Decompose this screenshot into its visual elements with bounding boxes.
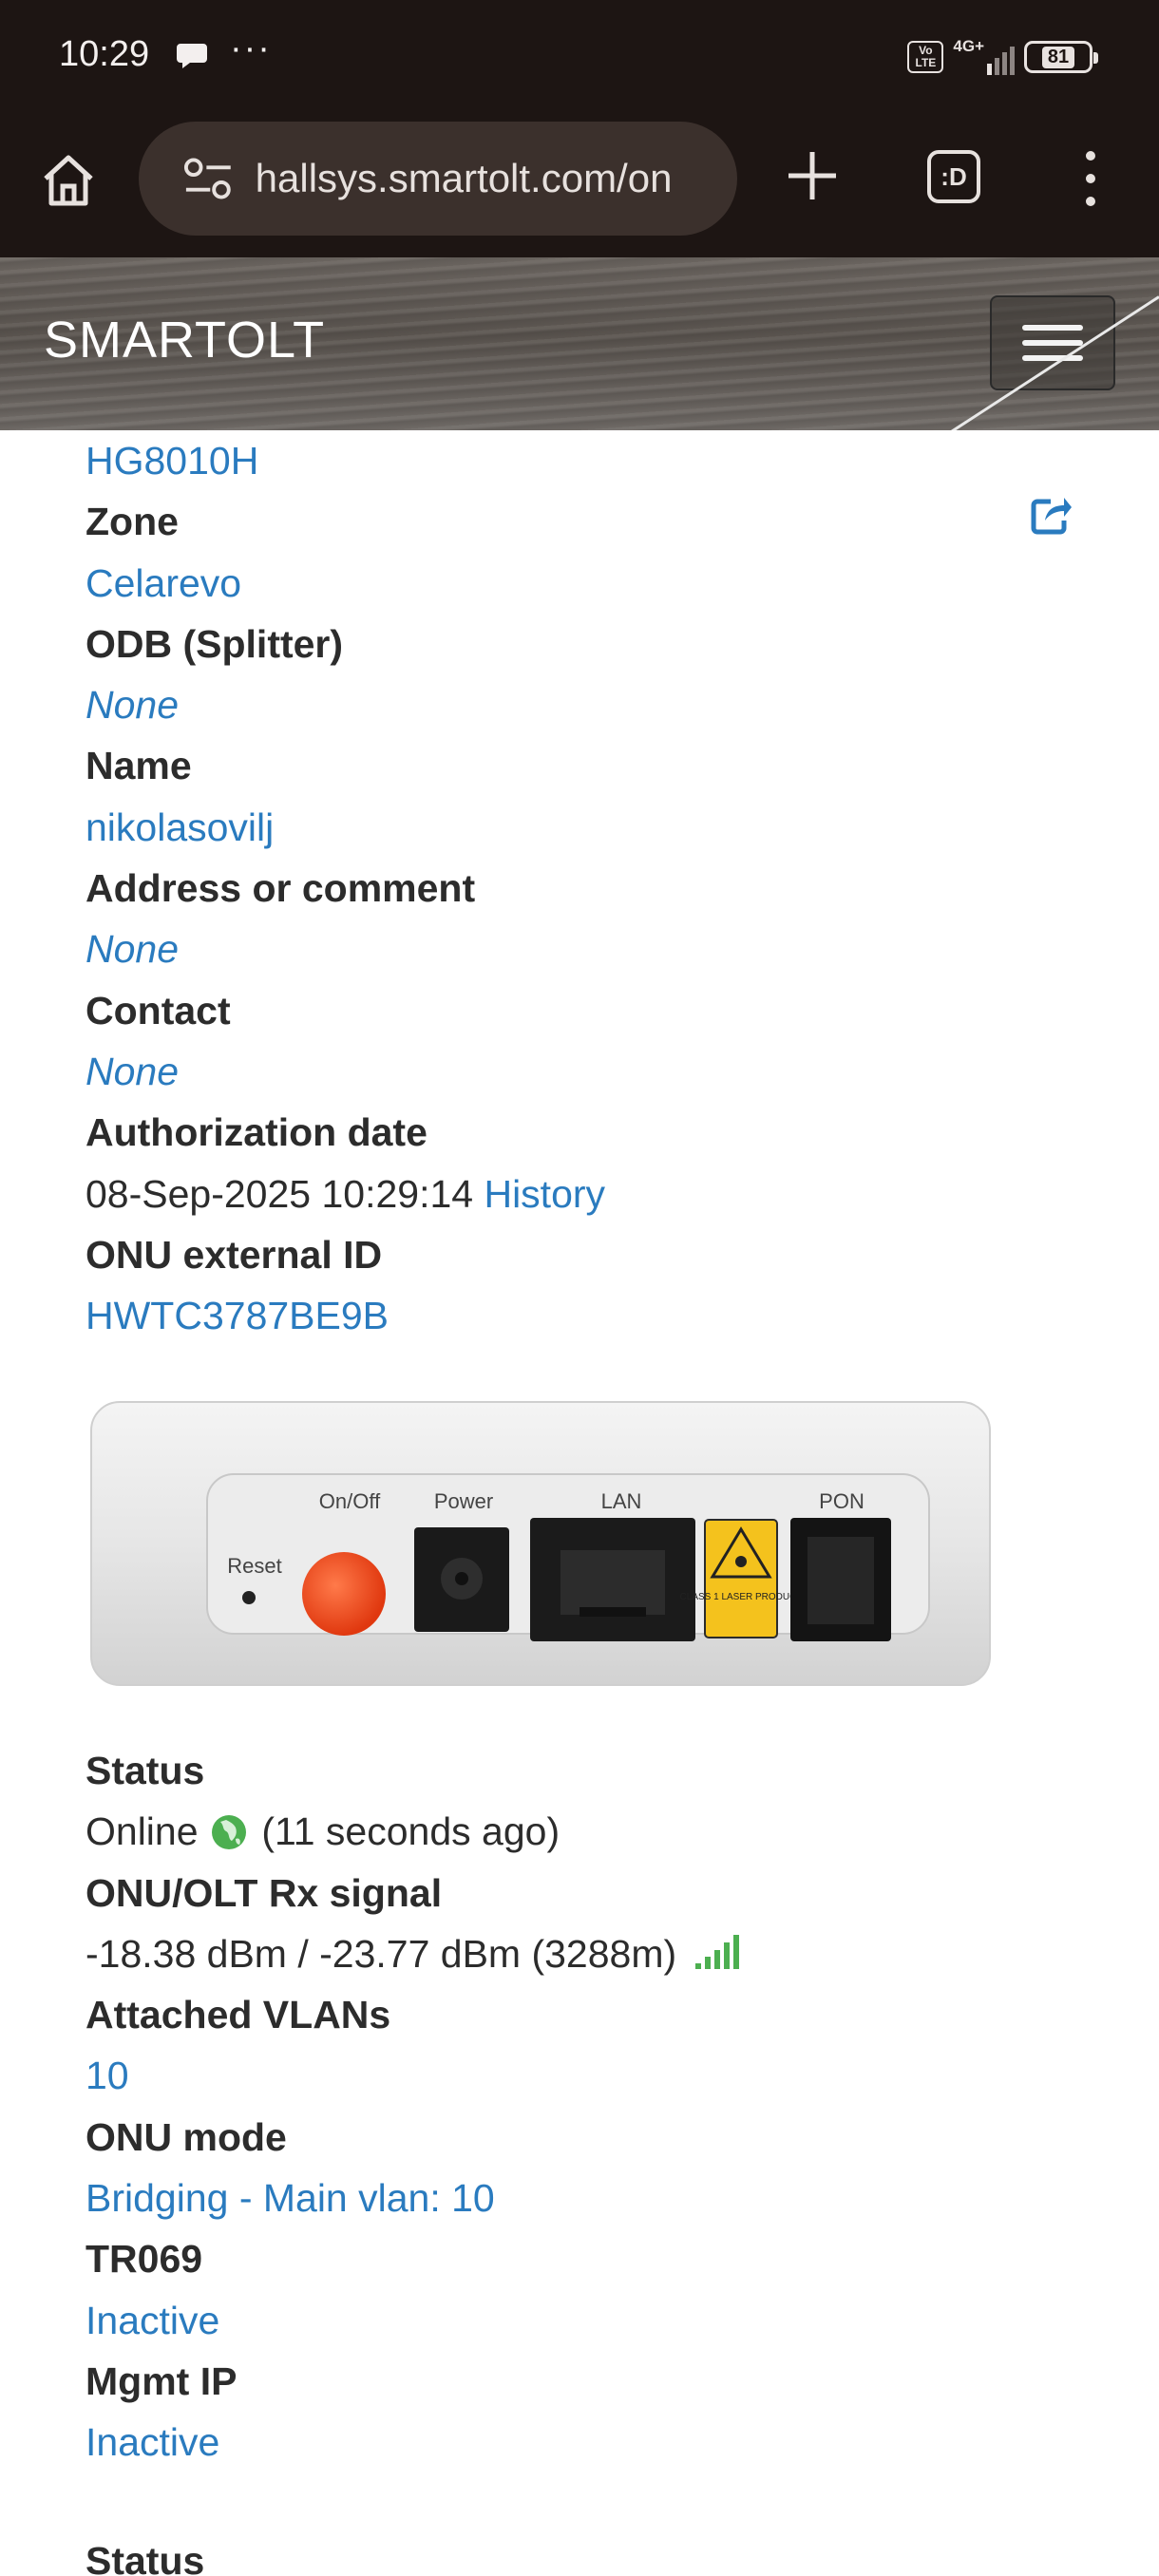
onu-device-image: Reset On/Off Power LAN CLASS 1 LASER PRO… [90, 1401, 991, 1686]
authorization-date-row: 08-Sep-2025 10:29:14 History [86, 1164, 1092, 1224]
battery-icon: 81 [1024, 41, 1098, 73]
lan-port-label: LAN [601, 1489, 642, 1513]
status-more-icon: ··· [230, 28, 272, 68]
status-indicators: Vo LTE 4G+ 81 [907, 37, 1098, 76]
browser-chrome: 10:29 ··· Vo LTE 4G+ 81 hallsys.smartolt… [0, 0, 1159, 257]
url-bar[interactable]: hallsys.smartolt.com/on [139, 122, 737, 236]
power-port-label: Power [434, 1489, 493, 1513]
tr069-value[interactable]: Inactive [86, 2290, 1092, 2351]
battery-level: 81 [1041, 46, 1075, 68]
volte-icon: Vo LTE [907, 41, 944, 73]
url-text[interactable]: hallsys.smartolt.com/on [256, 156, 737, 201]
contact-value[interactable]: None [86, 1041, 1092, 1102]
browser-menu-icon[interactable] [1072, 148, 1110, 209]
external-id-label: ONU external ID [86, 1232, 383, 1277]
zone-label: Zone [86, 500, 179, 544]
status-value: Online [86, 1809, 199, 1854]
home-icon[interactable] [40, 152, 97, 209]
external-id-value[interactable]: HWTC3787BE9B [86, 1285, 1092, 1346]
mgmt-ip-label: Mgmt IP [86, 2358, 238, 2403]
vlans-value[interactable]: 10 [86, 2045, 1092, 2106]
vlans-label: Attached VLANs [86, 1993, 391, 2037]
pon-port-label: PON [819, 1489, 864, 1513]
rx-signal-value: -18.38 dBm / -23.77 dBm (3288m) [86, 1931, 677, 1976]
message-icon [177, 44, 207, 68]
reset-port-label: Reset [227, 1554, 281, 1578]
odb-value[interactable]: None [86, 674, 1092, 735]
hamburger-icon [1022, 325, 1083, 331]
site-brand[interactable]: SMARTOLT [44, 311, 325, 369]
tab-switcher-button[interactable]: :D [927, 150, 980, 203]
site-header: SMARTOLT [0, 257, 1159, 430]
onu-status: Status Online (11 seconds ago) ONU/OLT R… [86, 1740, 1092, 2473]
address-label: Address or comment [86, 866, 476, 911]
status-time: 10:29 [59, 34, 150, 74]
history-link[interactable]: History [484, 1172, 605, 1216]
site-settings-icon[interactable] [182, 154, 235, 203]
onoff-port-label: On/Off [319, 1489, 381, 1513]
authorization-date-label: Authorization date [86, 1110, 428, 1155]
contact-label: Contact [86, 988, 231, 1032]
rx-signal-label: ONU/OLT Rx signal [86, 1870, 443, 1915]
authorization-date-value: 08-Sep-2025 10:29:14 [86, 1171, 474, 1216]
odb-label: ODB (Splitter) [86, 621, 344, 666]
status-row: Online (11 seconds ago) [86, 1801, 1092, 1862]
onu-details: HG8010H Zone Celarevo ODB (Splitter) Non… [86, 430, 1092, 1346]
status-last-seen: (11 seconds ago) [261, 1809, 560, 1854]
new-tab-icon[interactable] [785, 148, 840, 203]
mgmt-ip-value[interactable]: Inactive [86, 2412, 1092, 2472]
name-label: Name [86, 744, 192, 788]
name-value[interactable]: nikolasovilj [86, 797, 1092, 858]
address-value[interactable]: None [86, 919, 1092, 979]
status-label: Status [86, 1749, 205, 1792]
tr069-label: TR069 [86, 2237, 203, 2282]
rx-signal-row: -18.38 dBm / -23.77 dBm (3288m) [86, 1923, 1092, 1984]
laser-warning-label: CLASS 1 LASER PRODUCT [680, 1592, 803, 1602]
onu-mode-value[interactable]: Bridging - Main vlan: 10 [86, 2168, 1092, 2228]
zone-value[interactable]: Celarevo [86, 553, 1092, 614]
network-type: 4G+ [953, 37, 984, 55]
signal-icon: 4G+ [953, 37, 1015, 75]
next-status-heading: Status [86, 2539, 205, 2576]
nav-toggle-button[interactable] [990, 295, 1115, 390]
onu-model[interactable]: HG8010H [86, 430, 1092, 491]
signal-strength-icon [694, 1934, 739, 1969]
globe-online-icon [211, 1815, 246, 1850]
onu-mode-label: ONU mode [86, 2114, 287, 2159]
